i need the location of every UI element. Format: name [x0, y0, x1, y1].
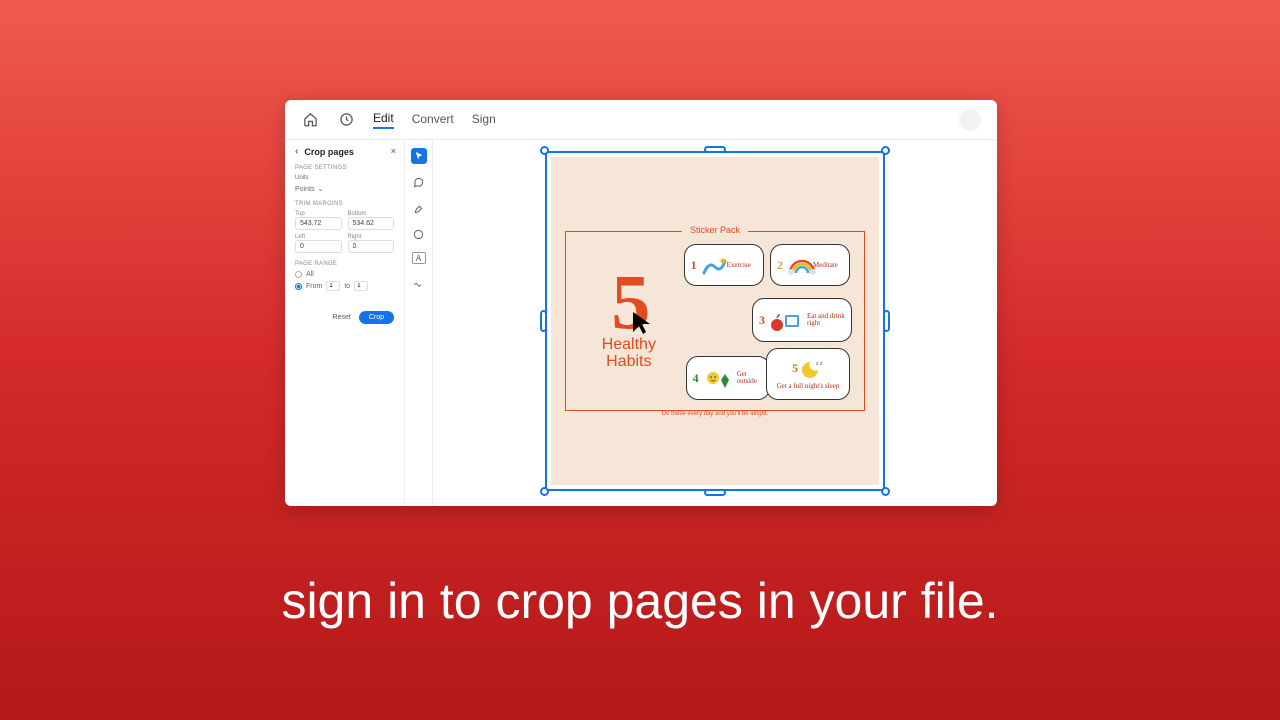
video-caption: sign in to crop pages in your file. — [0, 572, 1280, 630]
section-trim-margins: TRIM MARGINS — [295, 201, 394, 207]
units-label: Units — [295, 175, 394, 181]
section-page-range: PAGE RANGE — [295, 261, 394, 267]
crop-border — [545, 151, 885, 491]
select-tool-icon[interactable] — [411, 148, 427, 164]
crop-handle-tr[interactable] — [881, 146, 890, 155]
crop-selection[interactable]: Sticker Pack Do these every day and you'… — [545, 151, 885, 491]
crop-handle-tl[interactable] — [540, 146, 549, 155]
app-window: Edit Convert Sign ‹ Crop pages × PAGE SE… — [285, 100, 997, 506]
comment-tool-icon[interactable] — [411, 174, 427, 190]
reset-button[interactable]: Reset — [333, 311, 351, 324]
units-select[interactable]: Points ⌄ — [295, 185, 323, 193]
crop-handle-bottom[interactable] — [704, 489, 726, 496]
margin-bottom-input[interactable] — [348, 217, 395, 230]
panel-header: ‹ Crop pages × — [295, 146, 394, 157]
crop-button[interactable]: Crop — [359, 311, 394, 324]
range-from-input[interactable] — [326, 281, 340, 291]
crop-handle-left[interactable] — [540, 310, 547, 332]
workspace: ‹ Crop pages × PAGE SETTINGS Units Point… — [285, 140, 997, 506]
radio-icon-selected — [295, 283, 302, 290]
tab-convert[interactable]: Convert — [412, 112, 454, 128]
topbar: Edit Convert Sign — [285, 100, 997, 140]
tab-edit[interactable]: Edit — [373, 111, 394, 129]
range-to-input[interactable] — [354, 281, 368, 291]
margin-right-input[interactable] — [348, 240, 395, 253]
back-chevron-icon[interactable]: ‹ — [295, 146, 298, 157]
text-tool-icon[interactable]: A — [412, 252, 426, 264]
draw-tool-icon[interactable] — [411, 226, 427, 242]
radio-from[interactable]: From to — [295, 281, 394, 291]
canvas-area[interactable]: Sticker Pack Do these every day and you'… — [433, 140, 997, 506]
radio-icon — [295, 271, 302, 278]
tab-sign[interactable]: Sign — [472, 112, 496, 128]
chevron-down-icon: ⌄ — [317, 185, 323, 193]
section-page-settings: PAGE SETTINGS — [295, 165, 394, 171]
signature-tool-icon[interactable] — [411, 274, 427, 290]
highlight-tool-icon[interactable] — [411, 200, 427, 216]
cursor-icon — [631, 310, 653, 341]
panel-title: Crop pages — [304, 147, 354, 157]
close-icon[interactable]: × — [391, 146, 396, 156]
crop-handle-right[interactable] — [883, 310, 890, 332]
margin-left-input[interactable] — [295, 240, 342, 253]
crop-panel: ‹ Crop pages × PAGE SETTINGS Units Point… — [285, 140, 405, 506]
home-icon[interactable] — [301, 111, 319, 129]
crop-handle-top[interactable] — [704, 146, 726, 153]
tool-rail: A — [405, 140, 433, 506]
margin-top-input[interactable] — [295, 217, 342, 230]
recent-icon[interactable] — [337, 111, 355, 129]
radio-all[interactable]: All — [295, 271, 394, 278]
crop-handle-br[interactable] — [881, 487, 890, 496]
avatar[interactable] — [959, 109, 981, 131]
crop-handle-bl[interactable] — [540, 487, 549, 496]
